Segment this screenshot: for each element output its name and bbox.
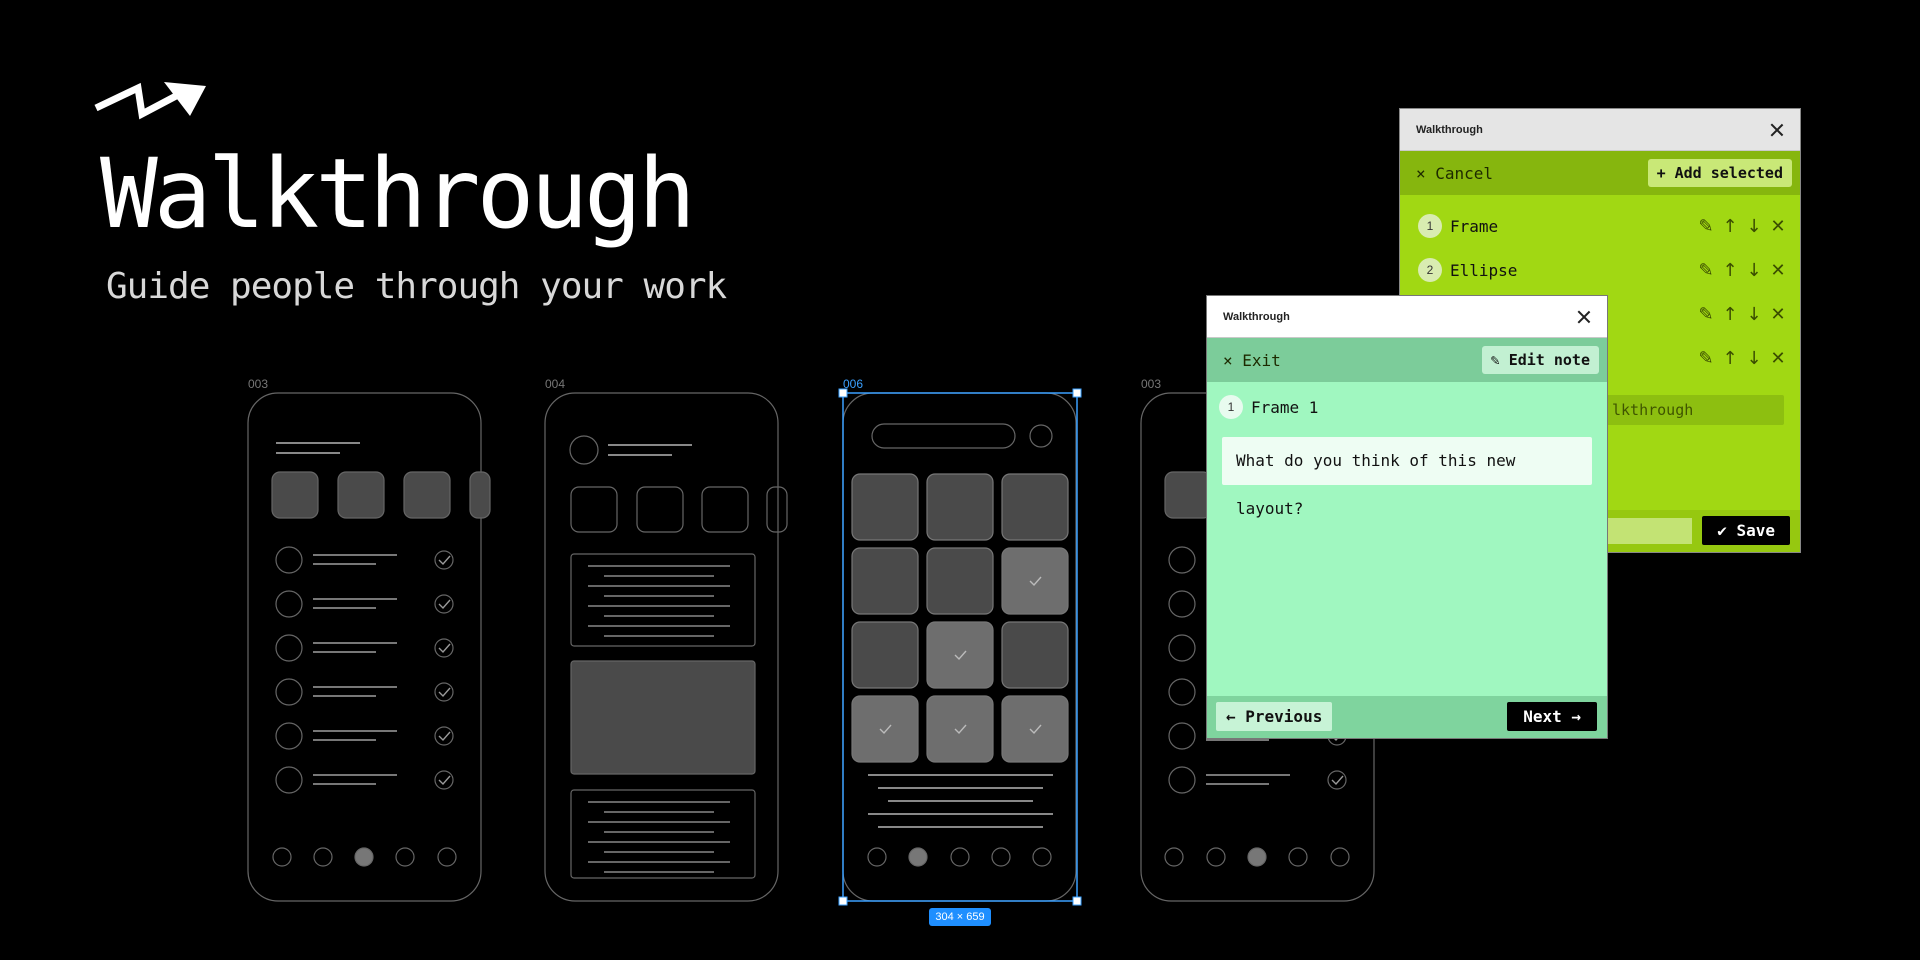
arrow-down-icon[interactable]: ↓ [1746,348,1762,369]
step-number: 2 [1418,258,1442,282]
grid-tile [926,621,994,689]
walkthrough-view-panel: Walkthrough × Exit ✎ Edit note 1 Frame 1… [1207,296,1607,738]
arrow-up-icon[interactable]: ↑ [1722,348,1738,369]
row-avatar [275,678,303,706]
step-label: Frame [1450,216,1499,236]
selection-outline[interactable] [838,388,1082,906]
panel-title: Walkthrough [1223,310,1290,323]
check-mark [1331,775,1344,786]
cancel-button[interactable]: × Cancel [1416,164,1493,183]
check-icon [1327,770,1347,790]
check-mark [438,599,451,610]
row-avatar [1168,766,1196,794]
previous-button[interactable]: ← Previous [1216,702,1333,731]
arrow-down-icon[interactable]: ↓ [1746,216,1762,237]
arrow-up-icon[interactable]: ↑ [1722,304,1738,325]
row-avatar [275,766,303,794]
pencil-icon[interactable]: ✎ [1698,260,1714,281]
close-icon[interactable] [1575,308,1593,326]
hero-subtitle: Guide people through your work [106,266,727,307]
check-mark [438,731,451,742]
frame-006-grid[interactable] [842,392,1077,902]
panel-toolbar: × Cancel + Add selected [1400,151,1800,195]
walkthrough-name-field[interactable]: lkthrough [1600,395,1784,425]
frame-label[interactable]: 004 [545,377,565,391]
check-icon [434,550,454,570]
grid-tile [851,621,919,689]
check-mark [954,650,967,661]
step-note: What do you think of this new layout? [1222,437,1592,518]
panel-toolbar: × Exit ✎ Edit note [1207,338,1607,382]
grid-tile [1001,547,1069,615]
logo-arrow-icon [94,82,206,120]
row-avatar [1168,722,1196,750]
hero-title: Walkthrough [100,138,696,250]
row-avatar [275,634,303,662]
arrow-down-icon[interactable]: ↓ [1746,304,1762,325]
add-selected-button[interactable]: + Add selected [1647,159,1792,187]
frame-label-selected[interactable]: 006 [843,377,863,391]
close-icon[interactable]: ✕ [1770,348,1786,369]
save-button[interactable]: ✔ Save [1702,516,1790,545]
check-mark [438,687,451,698]
close-icon[interactable]: ✕ [1770,216,1786,237]
grid-tile [926,695,994,763]
close-icon[interactable]: ✕ [1770,260,1786,281]
row-avatar [1168,634,1196,662]
frame-label[interactable]: 003 [248,377,268,391]
check-mark [438,555,451,566]
check-mark [1029,724,1042,735]
arrow-down-icon[interactable]: ↓ [1746,260,1762,281]
frame-004-cards[interactable] [544,392,788,902]
check-icon [434,770,454,790]
grid-tile [1001,695,1069,763]
check-mark [438,643,451,654]
grid-tile [851,547,919,615]
step-list-item[interactable]: 1 Frame ✎ ↑ ↓ ✕ [1418,212,1786,240]
panel-header: Walkthrough [1400,109,1800,151]
row-avatar [1168,590,1196,618]
panel-footer: ← Previous Next → [1207,696,1607,738]
check-icon [434,682,454,702]
grid-tile [926,547,994,615]
row-avatar [275,722,303,750]
close-icon[interactable]: ✕ [1770,304,1786,325]
check-icon [434,638,454,658]
step-number: 1 [1219,395,1243,419]
current-step: 1 Frame 1 [1219,395,1318,419]
step-number: 1 [1418,214,1442,238]
grid-tile [1001,473,1069,541]
grid-tile [851,473,919,541]
exit-button[interactable]: × Exit [1223,351,1281,370]
pencil-icon[interactable]: ✎ [1698,304,1714,325]
edit-note-button[interactable]: ✎ Edit note [1481,346,1599,374]
check-mark [954,724,967,735]
check-mark [1029,576,1042,587]
row-avatar [1168,546,1196,574]
check-icon [434,726,454,746]
frame-003-list[interactable] [247,392,491,902]
frame-label[interactable]: 003 [1141,377,1161,391]
row-avatar [275,546,303,574]
pencil-icon[interactable]: ✎ [1698,348,1714,369]
row-avatar [275,590,303,618]
step-list-item[interactable]: 2 Ellipse ✎ ↑ ↓ ✕ [1418,256,1786,284]
check-mark [438,775,451,786]
row-avatar [1168,678,1196,706]
panel-title: Walkthrough [1416,123,1483,136]
grid-tile [1001,621,1069,689]
next-button[interactable]: Next → [1507,702,1597,731]
selection-size-badge: 304 × 659 [929,908,991,926]
arrow-up-icon[interactable]: ↑ [1722,216,1738,237]
panel-header: Walkthrough [1207,296,1607,338]
step-label: Frame 1 [1251,397,1319,417]
check-icon [434,594,454,614]
step-label: Ellipse [1450,260,1518,280]
check-mark [879,724,892,735]
grid-tile [851,695,919,763]
pencil-icon[interactable]: ✎ [1698,216,1714,237]
close-icon[interactable] [1768,121,1786,139]
grid-tile [926,473,994,541]
arrow-up-icon[interactable]: ↑ [1722,260,1738,281]
